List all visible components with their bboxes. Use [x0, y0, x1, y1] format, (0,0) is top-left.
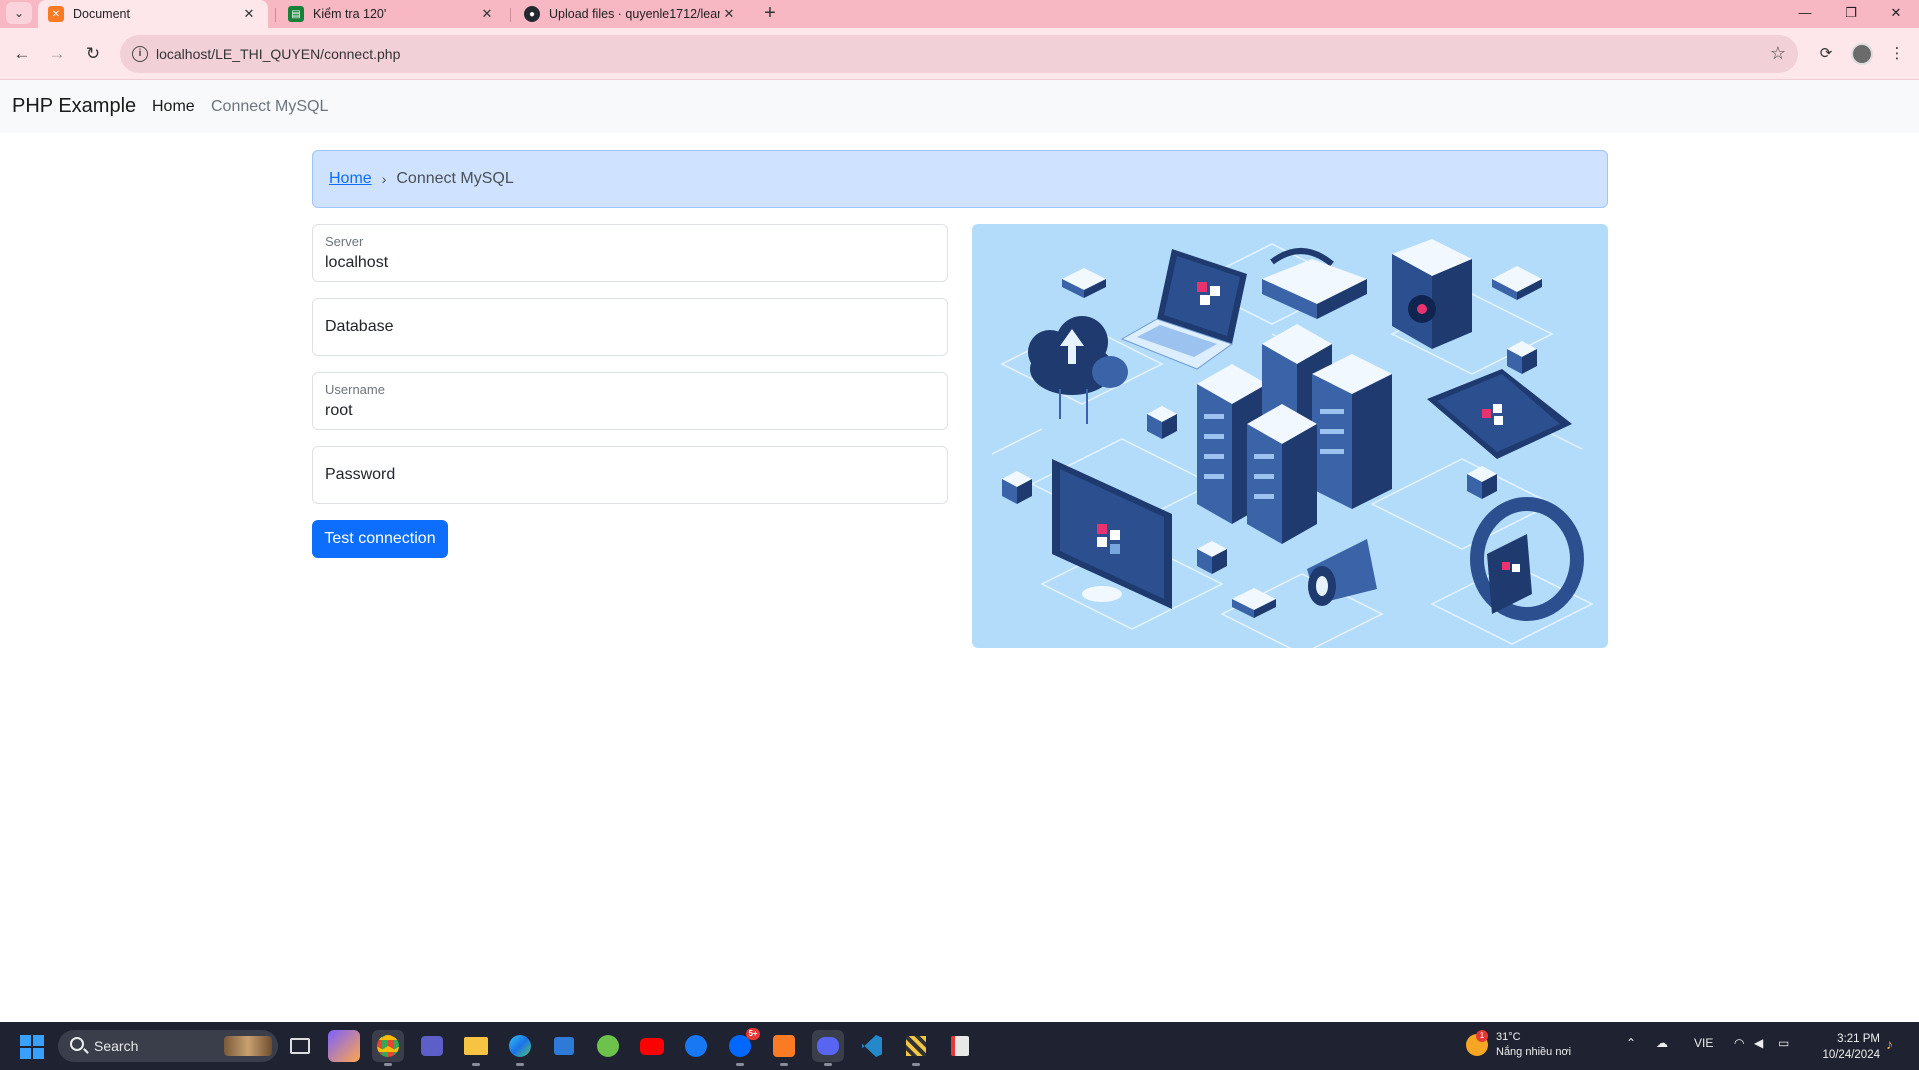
chevron-up-icon[interactable]: ⌃ [1626, 1036, 1636, 1050]
search-icon [70, 1037, 84, 1051]
breadcrumb-home-link[interactable]: Home [329, 170, 372, 188]
breadcrumb-separator: › [381, 171, 387, 187]
close-icon[interactable]: ✕ [240, 6, 258, 22]
illustration-svg [991, 239, 1594, 648]
facebook-icon[interactable] [680, 1030, 712, 1062]
tab-separator [275, 8, 276, 22]
cloud-upload-icon [1028, 316, 1128, 424]
tab-document[interactable]: ✕ Document ✕ [38, 0, 268, 28]
onedrive-cloud-icon[interactable]: ☁ [1656, 1036, 1668, 1050]
forward-arrow-icon[interactable]: → [45, 42, 69, 66]
new-tab-button[interactable]: + [758, 1, 782, 25]
server-label: Server [325, 234, 364, 249]
address-bar[interactable]: i localhost/LE_THI_QUYEN/connect.php ☆ [120, 35, 1798, 73]
clock-date: 10/24/2024 [1822, 1049, 1880, 1061]
tab-separator [510, 8, 511, 22]
extensions-icon[interactable]: ⟳ [1814, 42, 1838, 66]
kebab-menu-icon[interactable]: ⋮ [1885, 42, 1909, 66]
edge-icon[interactable] [504, 1030, 536, 1066]
close-window-icon[interactable]: ✕ [1873, 0, 1919, 26]
profile-avatar[interactable] [1851, 43, 1873, 65]
camera-icon [1392, 239, 1472, 349]
tab-kiem-tra[interactable]: ▤ Kiểm tra 120' ✕ [278, 0, 506, 28]
chrome-icon[interactable] [372, 1030, 404, 1066]
back-arrow-icon[interactable]: ← [10, 42, 34, 66]
password-field[interactable]: Password [312, 446, 948, 504]
test-connection-button[interactable]: Test connection [312, 520, 448, 558]
youtube-icon[interactable] [636, 1030, 668, 1062]
restore-icon[interactable]: ❐ [1828, 0, 1874, 26]
vscode-icon[interactable] [856, 1030, 888, 1062]
minimize-icon[interactable]: — [1782, 0, 1828, 26]
smartwatch-icon [1470, 497, 1584, 621]
tab-search-chevron-icon[interactable]: ⌄ [6, 2, 32, 24]
github-icon: ● [524, 6, 540, 22]
server-rack-icon [1197, 324, 1392, 544]
tablet-icon [1427, 369, 1572, 459]
username-field[interactable]: Username root [312, 372, 948, 430]
notification-bell-icon[interactable]: ♪ [1886, 1036, 1893, 1052]
taskbar-search[interactable]: Search [58, 1030, 278, 1062]
breadcrumb-current: Connect MySQL [396, 170, 514, 187]
tab-github-upload[interactable]: ● Upload files · quyenle1712/lear ✕ [514, 0, 748, 28]
copilot-icon[interactable] [328, 1030, 360, 1062]
file-explorer-icon[interactable] [460, 1030, 492, 1066]
tab-label: Upload files · quyenle1712/lear [549, 7, 720, 21]
nav-link-connect-mysql[interactable]: Connect MySQL [211, 98, 328, 116]
zalo-icon[interactable]: 5+ [724, 1028, 760, 1066]
clock-time: 3:21 PM [1837, 1033, 1880, 1045]
sheets-icon: ▤ [288, 6, 304, 22]
site-navbar: PHP Example Home Connect MySQL [0, 80, 1919, 133]
close-icon[interactable]: ✕ [720, 6, 738, 22]
teams-icon[interactable] [416, 1030, 448, 1062]
windows-start-icon[interactable] [20, 1035, 44, 1059]
username-label: Username [325, 382, 385, 397]
tools-icon[interactable] [900, 1030, 932, 1066]
wifi-icon[interactable]: ◠ [1734, 1036, 1744, 1050]
discord-icon[interactable] [812, 1030, 844, 1066]
weather-description: Nắng nhiều nơi [1496, 1046, 1572, 1058]
nav-link-home[interactable]: Home [152, 98, 195, 116]
store-icon[interactable] [548, 1030, 580, 1062]
database-label: Database [325, 318, 394, 335]
laptop-icon [1120, 249, 1247, 370]
weather-badge: 1 [1476, 1030, 1488, 1042]
language-indicator[interactable]: VIE [1694, 1036, 1713, 1050]
isometric-server-illustration [972, 224, 1608, 648]
megaphone-icon [1307, 539, 1377, 606]
monitor-icon [1052, 459, 1172, 609]
search-highlight-image [224, 1036, 272, 1056]
url-text[interactable]: localhost/LE_THI_QUYEN/connect.php [156, 46, 400, 62]
bookmark-star-icon[interactable]: ☆ [1770, 43, 1786, 64]
password-label: Password [325, 466, 396, 483]
windows-taskbar: Search 5+ 1 31°C Nắng nhiều nơi ⌃ ☁ VIE … [0, 1022, 1919, 1070]
tab-label: Kiểm tra 120' [313, 7, 387, 21]
green-app-icon[interactable] [592, 1030, 624, 1062]
database-field[interactable]: Database [312, 298, 948, 356]
weather-temperature: 31°C [1496, 1031, 1521, 1043]
server-field[interactable]: Server localhost [312, 224, 948, 282]
username-input[interactable]: root [325, 402, 353, 420]
xampp-icon: ✕ [48, 6, 64, 22]
browser-toolbar: ← → ↻ i localhost/LE_THI_QUYEN/connect.p… [0, 28, 1919, 80]
breadcrumb: Home › Connect MySQL [312, 150, 1608, 208]
snipping-tool-icon[interactable] [944, 1030, 976, 1062]
battery-icon[interactable]: ▭ [1778, 1036, 1789, 1050]
xampp-taskbar-icon[interactable] [768, 1030, 800, 1066]
browser-tab-strip: ⌄ ✕ Document ✕ ▤ Kiểm tra 120' ✕ ● Uploa… [0, 0, 1919, 28]
speaker-icon[interactable]: ◀ [1754, 1036, 1763, 1050]
task-view-icon[interactable] [284, 1030, 316, 1062]
lock-device-icon [1262, 248, 1367, 319]
tab-label: Document [73, 7, 130, 21]
taskbar-clock[interactable]: 3:21 PM 10/24/2024 [1810, 1031, 1880, 1063]
navbar-brand[interactable]: PHP Example [12, 95, 136, 118]
server-input[interactable]: localhost [325, 254, 388, 272]
reload-icon[interactable]: ↻ [81, 42, 105, 66]
taskbar-search-label: Search [94, 1038, 139, 1054]
chat-badge: 5+ [746, 1028, 760, 1040]
site-info-icon[interactable]: i [132, 46, 148, 62]
close-icon[interactable]: ✕ [478, 6, 496, 22]
